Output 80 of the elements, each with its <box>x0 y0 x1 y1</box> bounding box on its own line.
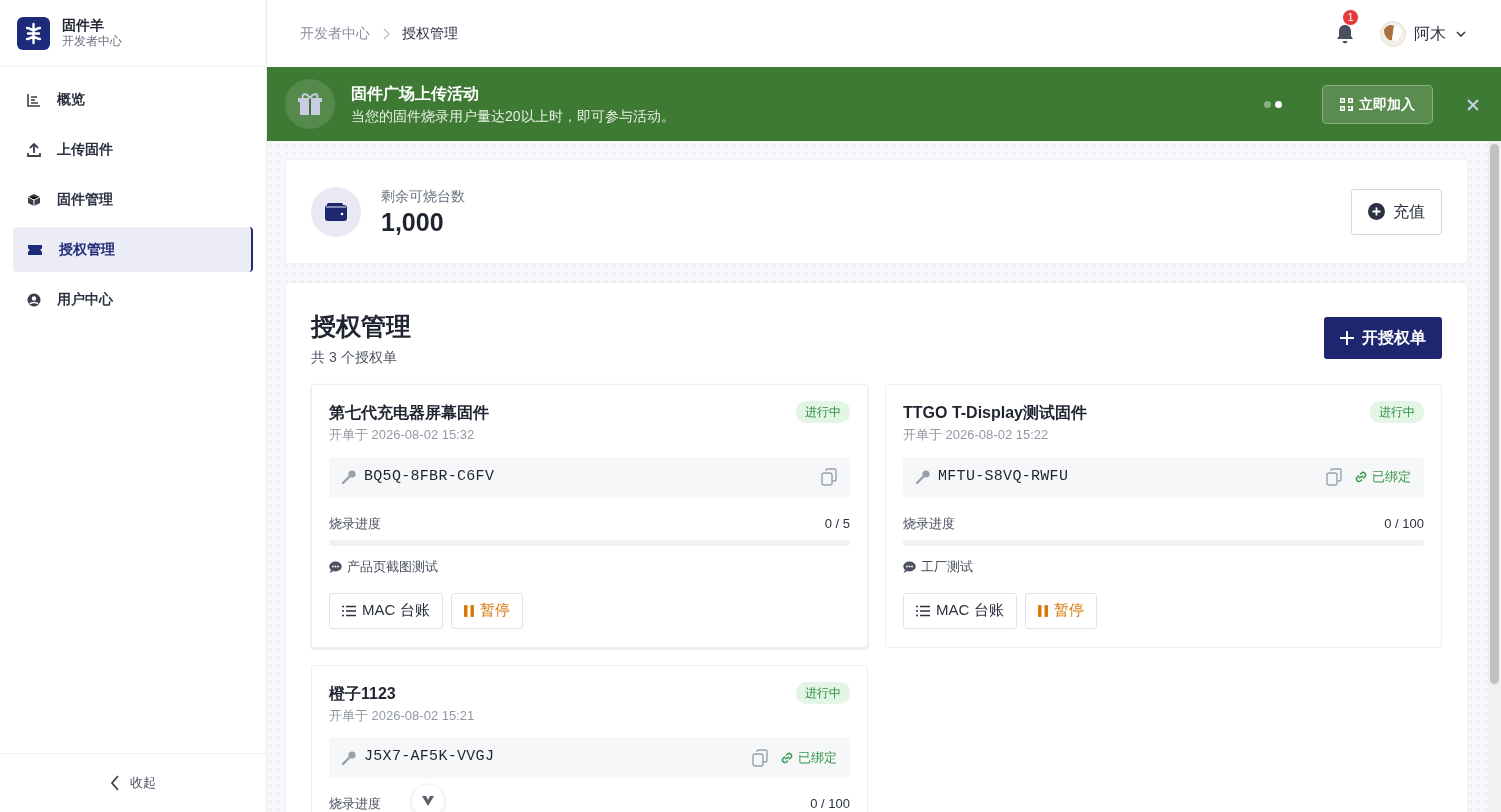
progress-reading: 0 / 100 <box>810 795 850 812</box>
banner-title: 固件广场上传活动 <box>351 83 480 104</box>
bell-icon[interactable] <box>1336 24 1354 45</box>
copy-icon[interactable] <box>1326 468 1342 486</box>
pause-icon <box>463 604 474 617</box>
wallet-icon <box>325 202 347 221</box>
scrollbar[interactable] <box>1488 141 1501 812</box>
progress-label: 烧录进度 <box>329 514 381 533</box>
mac-ledger-button[interactable]: MAC 台账 <box>903 592 1017 629</box>
copy-icon[interactable] <box>821 468 837 486</box>
progress-label: 烧录进度 <box>903 514 955 533</box>
breadcrumb-current: 授权管理 <box>402 24 458 43</box>
license-note: 产品页截图测试 <box>347 558 438 576</box>
license-name: TTGO T-Display测试固件 <box>903 403 1087 423</box>
list-icon <box>342 604 356 617</box>
link-icon <box>780 751 794 764</box>
status-badge: 进行中 <box>1370 401 1424 423</box>
user-menu[interactable]: 阿木 <box>1380 20 1468 47</box>
license-name: 第七代充电器屏幕固件 <box>329 403 489 423</box>
avatar <box>1380 20 1406 47</box>
notification-badge: 1 <box>1342 8 1359 26</box>
progress-reading: 0 / 100 <box>1384 514 1424 533</box>
plus-circle-icon <box>1368 203 1385 220</box>
list-icon <box>916 604 930 617</box>
user-name: 阿木 <box>1414 23 1446 44</box>
sidebar-item[interactable]: 用户中心 <box>13 277 253 322</box>
license-date: 开单于 2026-08-02 15:21 <box>329 706 475 725</box>
user-icon <box>27 292 41 307</box>
sidebar-item[interactable]: 授权管理 <box>13 227 253 272</box>
license-name: 橙子1123 <box>329 683 397 704</box>
close-icon <box>1467 98 1479 111</box>
license-key: MFTU-S8VQ-RWFU <box>938 465 1318 489</box>
progress-reading: 0 / 5 <box>824 514 850 533</box>
link-icon <box>1354 471 1368 483</box>
join-button[interactable]: 立即加入 <box>1322 84 1433 124</box>
new-license-button[interactable]: 开授权单 <box>1324 317 1442 359</box>
copy-icon[interactable] <box>752 748 768 767</box>
breadcrumb-chevron-icon <box>382 27 390 40</box>
carousel-dot[interactable] <box>1264 100 1271 108</box>
license-note: 工厂测试 <box>921 558 973 576</box>
pause-icon <box>1037 604 1048 617</box>
chevron-left-icon <box>110 775 120 791</box>
section-title: 授权管理 <box>311 311 411 341</box>
mac-ledger-button[interactable]: MAC 台账 <box>329 592 443 629</box>
comment-icon <box>329 560 342 573</box>
progress-label: 烧录进度 <box>329 795 381 812</box>
gift-icon <box>297 91 323 117</box>
top-up-button[interactable]: 充值 <box>1351 188 1442 235</box>
brand-name: 固件羊 <box>62 17 105 34</box>
logo-icon <box>17 16 50 50</box>
key-icon <box>342 470 356 484</box>
license-date: 开单于 2026-08-02 15:22 <box>903 426 1050 444</box>
license-count: 共 3 个授权单 <box>311 348 398 367</box>
license-key: BQ5Q-8FBR-C6FV <box>364 465 813 489</box>
status-badge: 进行中 <box>796 681 850 704</box>
key-icon <box>916 470 930 484</box>
key-icon <box>342 750 356 765</box>
license-key: J5X7-AF5K-VVGJ <box>364 746 744 769</box>
balance-label: 剩余可烧台数 <box>381 187 466 206</box>
comment-icon <box>903 560 916 573</box>
sidebar-item[interactable]: 上传固件 <box>13 127 253 172</box>
upload-icon <box>27 142 41 157</box>
brand-subtitle: 开发者中心 <box>62 34 122 49</box>
carousel-dot[interactable] <box>1275 100 1282 108</box>
chevron-icon <box>420 795 435 807</box>
collapse-button[interactable]: 收起 <box>104 772 162 794</box>
plus-icon <box>1340 331 1354 345</box>
binding-status: 已绑定 <box>798 748 837 767</box>
status-badge: 进行中 <box>796 401 850 423</box>
devtools-button[interactable] <box>411 785 444 812</box>
ticket-icon <box>27 243 43 256</box>
sidebar-item[interactable]: 固件管理 <box>13 177 253 222</box>
balance-value: 1,000 <box>381 207 445 237</box>
banner-text: 当您的固件烧录用户量达20以上时，即可参与活动。 <box>351 106 676 126</box>
qr-code-icon <box>1340 97 1353 111</box>
binding-status: 已绑定 <box>1372 468 1411 487</box>
license-date: 开单于 2026-08-02 15:32 <box>329 426 476 444</box>
sidebar-item[interactable]: 概览 <box>13 77 253 122</box>
box-icon <box>27 192 41 207</box>
chart-icon <box>27 92 41 107</box>
